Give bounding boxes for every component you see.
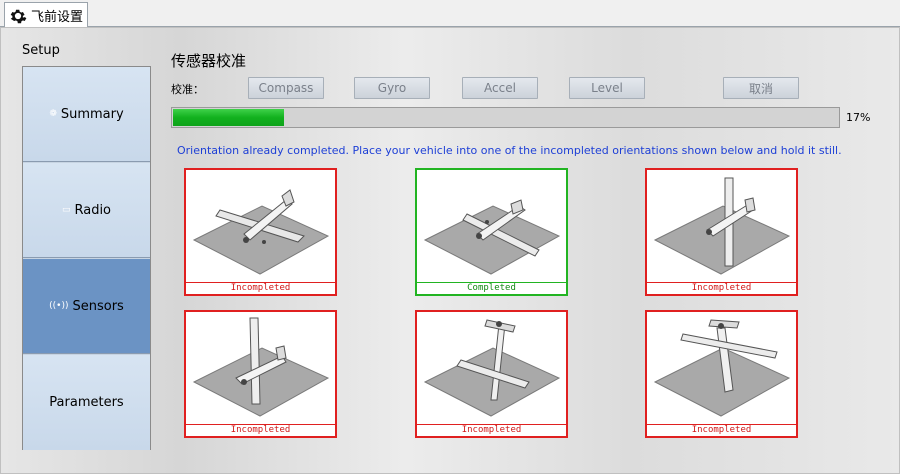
tab-strip: 飞前设置 (0, 0, 900, 28)
sidebar-item-label: Parameters (49, 395, 124, 410)
orientation-status: Incompleted (647, 282, 796, 294)
cancel-button[interactable]: 取消 (723, 77, 799, 99)
sidebar-item-summary[interactable]: ❁ Summary (23, 67, 150, 162)
calibration-progress-bar (171, 107, 840, 128)
instruction-message: Orientation already completed. Place you… (177, 144, 842, 157)
orientation-status: Incompleted (186, 282, 335, 294)
orientation-cell-upside-down: Completed (415, 168, 568, 296)
calibrate-label: 校准： (171, 83, 204, 96)
sidebar: ❁ Summary ▭ Radio ((•)) Sensors Paramete… (22, 66, 151, 450)
orientation-cell-nose-down: Incompleted (415, 310, 568, 438)
sidebar-item-parameters[interactable]: Parameters (23, 355, 150, 450)
compass-button[interactable]: Compass (248, 77, 324, 99)
sidebar-item-sensors[interactable]: ((•)) Sensors (23, 259, 150, 354)
orientation-cell-right-side: Incompleted (645, 168, 798, 296)
summary-icon: ❁ (49, 109, 57, 119)
tab-label: 飞前设置 (31, 10, 84, 25)
sidebar-item-label: Summary (60, 106, 124, 122)
sidebar-item-label: Radio (74, 202, 112, 218)
orientation-cell-left-side: Incompleted (184, 310, 337, 438)
plane-right-side-image (653, 177, 791, 275)
sidebar-item-label: Sensors (72, 298, 124, 314)
radio-icon: ▭ (61, 205, 71, 215)
orientation-cell-level: Incompleted (184, 168, 337, 296)
gear-icon (9, 7, 27, 25)
gyro-button[interactable]: Gyro (354, 77, 430, 99)
tab-preflight-setup[interactable]: 飞前设置 (4, 2, 88, 28)
plane-upside-down-image (423, 199, 561, 275)
level-button[interactable]: Level (569, 77, 645, 99)
progress-percent: 17% (846, 111, 871, 124)
plane-nose-down-image (423, 319, 561, 417)
orientation-status: Completed (417, 282, 566, 294)
sidebar-item-radio[interactable]: ▭ Radio (23, 163, 150, 258)
plane-left-side-image (192, 317, 330, 417)
plane-level-image (192, 189, 330, 275)
plane-nose-up-image (653, 319, 791, 417)
orientation-status: Incompleted (647, 424, 796, 436)
orientation-status: Incompleted (186, 424, 335, 436)
accel-button[interactable]: Accel (462, 77, 538, 99)
orientation-status: Incompleted (417, 424, 566, 436)
progress-fill (173, 109, 285, 126)
orientation-cell-nose-up: Incompleted (645, 310, 798, 438)
sensors-icon: ((•)) (49, 301, 69, 311)
page-title: 传感器校准 (171, 52, 247, 70)
setup-title: Setup (22, 43, 60, 58)
